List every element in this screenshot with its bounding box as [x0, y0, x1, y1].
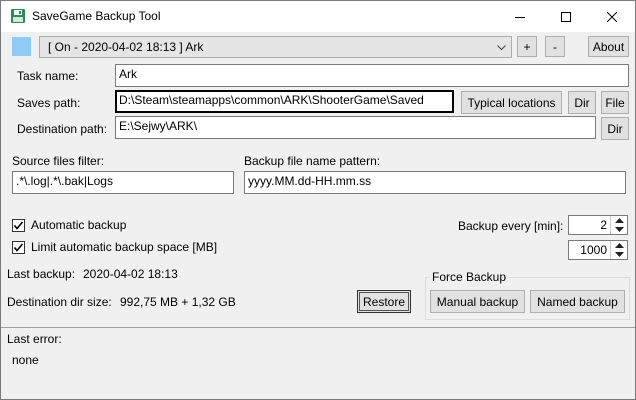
- saves-path-input[interactable]: D:\Steam\steamapps\common\ARK\ShooterGam…: [115, 90, 454, 113]
- checkmark-icon: [13, 221, 24, 230]
- saves-path-label: Saves path:: [17, 96, 81, 110]
- stepper-up-button[interactable]: [611, 241, 627, 250]
- window-title: SaveGame Backup Tool: [32, 9, 161, 23]
- saves-file-button[interactable]: File: [601, 91, 629, 114]
- limit-space-value: 1000: [580, 243, 607, 257]
- stepper-up-button[interactable]: [611, 216, 627, 225]
- limit-space-stepper[interactable]: 1000: [568, 240, 628, 260]
- about-button[interactable]: About: [588, 36, 629, 57]
- destination-path-label: Destination path:: [17, 122, 108, 136]
- last-error-label: Last error:: [7, 332, 62, 346]
- backup-every-label: Backup every [min]:: [458, 219, 564, 233]
- stepper-down-button[interactable]: [611, 250, 627, 259]
- destination-size-value: 992,75 MB + 1,32 GB: [120, 295, 236, 309]
- limit-space-label: Limit automatic backup space [MB]: [31, 240, 218, 254]
- triangle-up-icon: [614, 218, 624, 223]
- backup-every-value: 2: [600, 218, 607, 232]
- automatic-backup-checkbox[interactable]: [12, 219, 25, 232]
- stepper-down-button[interactable]: [611, 225, 627, 234]
- pattern-label: Backup file name pattern:: [244, 154, 381, 168]
- task-name-label: Task name:: [17, 69, 79, 83]
- triangle-up-icon: [614, 243, 624, 248]
- last-backup-value: 2020-04-02 18:13: [83, 267, 178, 281]
- source-filter-input[interactable]: .*\.log|.*\.bak|Logs: [12, 171, 234, 194]
- task-selector-dropdown[interactable]: [ On - 2020-04-02 18:13 ] Ark: [39, 36, 512, 58]
- task-status-indicator: [12, 37, 31, 56]
- triangle-down-icon: [614, 252, 624, 257]
- app-icon: [11, 9, 25, 23]
- chevron-down-icon: [497, 45, 506, 51]
- last-error-value: none: [12, 353, 39, 367]
- stepper-buttons: [610, 216, 627, 234]
- destination-size-label: Destination dir size:: [7, 295, 112, 309]
- task-selector-value: [ On - 2020-04-02 18:13 ] Ark: [48, 40, 204, 54]
- manual-backup-button[interactable]: Manual backup: [430, 290, 525, 313]
- maximize-button[interactable]: [543, 1, 589, 32]
- backup-every-stepper[interactable]: 2: [568, 215, 628, 235]
- saves-dir-button[interactable]: Dir: [568, 91, 596, 114]
- minimize-button[interactable]: [497, 1, 543, 32]
- close-button[interactable]: [589, 1, 635, 32]
- source-filter-label: Source files filter:: [12, 154, 105, 168]
- named-backup-button[interactable]: Named backup: [530, 290, 625, 313]
- section-divider: [1, 327, 635, 328]
- destination-path-input[interactable]: E:\Sejwy\ARK\: [115, 116, 596, 139]
- add-task-button[interactable]: +: [517, 36, 537, 57]
- destination-dir-button[interactable]: Dir: [601, 117, 629, 140]
- main-window: SaveGame Backup Tool [ On - 2020-04-02 1…: [0, 0, 636, 400]
- close-icon: [607, 11, 617, 22]
- pattern-input[interactable]: yyyy.MM.dd-HH.mm.ss: [244, 171, 626, 194]
- typical-locations-button[interactable]: Typical locations: [461, 91, 562, 114]
- maximize-icon: [561, 11, 571, 22]
- restore-button[interactable]: Restore: [357, 290, 411, 313]
- automatic-backup-label: Automatic backup: [31, 218, 127, 232]
- title-bar: SaveGame Backup Tool: [1, 1, 635, 32]
- task-name-input[interactable]: Ark: [115, 64, 629, 87]
- minimize-icon: [515, 16, 525, 18]
- limit-space-checkbox[interactable]: [12, 241, 25, 254]
- checkmark-icon: [13, 243, 24, 252]
- stepper-buttons: [610, 241, 627, 259]
- remove-task-button[interactable]: -: [545, 36, 565, 57]
- triangle-down-icon: [614, 227, 624, 232]
- last-backup-label: Last backup:: [7, 267, 76, 281]
- force-backup-group-label: Force Backup: [429, 270, 510, 284]
